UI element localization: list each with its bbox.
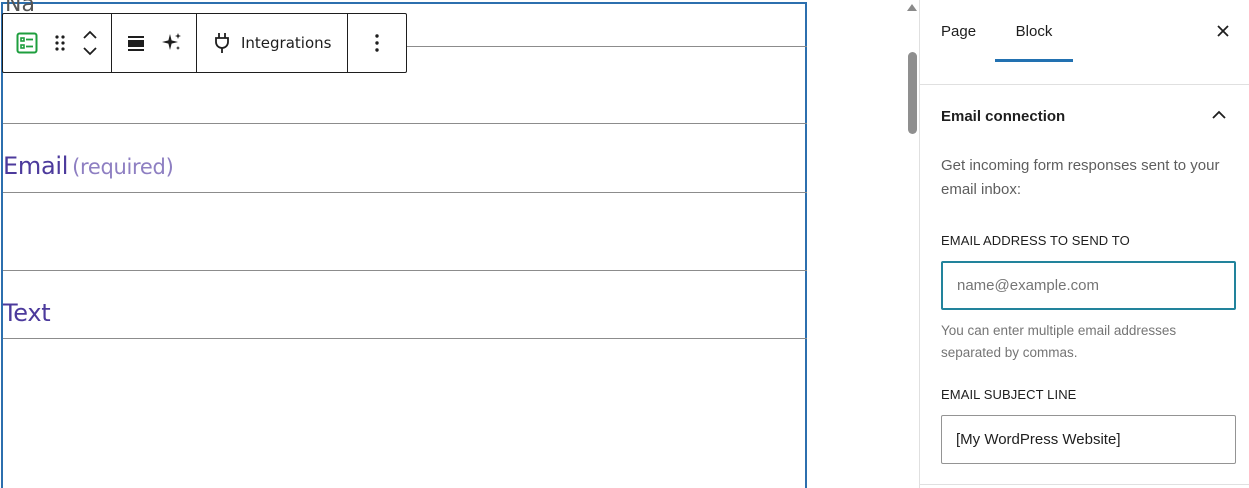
editor-canvas: Na Email (required) Text Integrations [0, 0, 905, 488]
email-label-text: Email [3, 152, 69, 180]
email-address-caption: EMAIL ADDRESS TO SEND TO [941, 233, 1130, 248]
text-label-text: Text [3, 299, 51, 327]
chevron-up-icon [83, 30, 97, 39]
toolbar-group-block [3, 14, 112, 72]
chevron-down-icon [83, 47, 97, 56]
email-address-input[interactable] [941, 261, 1236, 310]
align-wide-icon [124, 31, 148, 55]
text-input-top-line [3, 338, 807, 339]
chevron-up-icon [1212, 110, 1226, 119]
form-block[interactable]: Na Email (required) Text [1, 0, 807, 488]
integrations-button[interactable]: Integrations [203, 21, 341, 65]
form-icon [15, 31, 39, 55]
panel-description: Get incoming form responses sent to your… [941, 157, 1220, 198]
sidebar-divider [920, 84, 1249, 85]
more-vertical-icon [374, 33, 380, 53]
block-toolbar: Integrations [2, 13, 408, 73]
drag-handle-button[interactable] [45, 21, 75, 65]
settings-sidebar: Page Block Email connection Get incoming… [919, 0, 1249, 488]
email-subject-input[interactable] [941, 415, 1236, 464]
email-input-bottom-line [3, 270, 807, 271]
scroll-up-arrow-icon[interactable] [907, 4, 917, 11]
required-indicator: (required) [72, 155, 174, 179]
email-input-top-line [3, 192, 807, 193]
active-tab-indicator [995, 59, 1073, 62]
sidebar-tabs: Page Block [920, 0, 1249, 62]
ai-assistant-button[interactable] [154, 21, 190, 65]
tab-block[interactable]: Block [995, 0, 1073, 62]
more-options-button[interactable] [354, 21, 400, 65]
plug-icon [213, 32, 231, 54]
tab-page[interactable]: Page [941, 0, 976, 62]
toolbar-group-alignment [112, 14, 197, 72]
field-divider [3, 123, 807, 124]
move-down-button[interactable] [82, 46, 98, 56]
panel-title[interactable]: Email connection [941, 108, 1065, 125]
align-button[interactable] [118, 21, 154, 65]
drag-handle-icon [52, 33, 68, 53]
close-icon [1217, 25, 1229, 37]
email-help-text: You can enter multiple email addresses s… [941, 323, 1177, 360]
editor-scrollbar[interactable] [905, 0, 920, 488]
block-mover [75, 21, 105, 65]
toolbar-group-options [348, 14, 406, 72]
scrollbar-thumb[interactable] [908, 52, 917, 134]
form-block-button[interactable] [9, 21, 45, 65]
integrations-label: Integrations [241, 34, 332, 52]
email-field-label[interactable]: Email (required) [3, 152, 174, 180]
panel-bottom-divider [920, 484, 1249, 485]
close-sidebar-button[interactable] [1213, 21, 1233, 41]
move-up-button[interactable] [82, 30, 98, 40]
toolbar-group-integrations: Integrations [197, 14, 349, 72]
email-subject-caption: EMAIL SUBJECT LINE [941, 387, 1077, 402]
sparkles-icon [160, 31, 184, 55]
text-field-label[interactable]: Text [3, 299, 51, 327]
panel-collapse-button[interactable] [1210, 106, 1228, 124]
